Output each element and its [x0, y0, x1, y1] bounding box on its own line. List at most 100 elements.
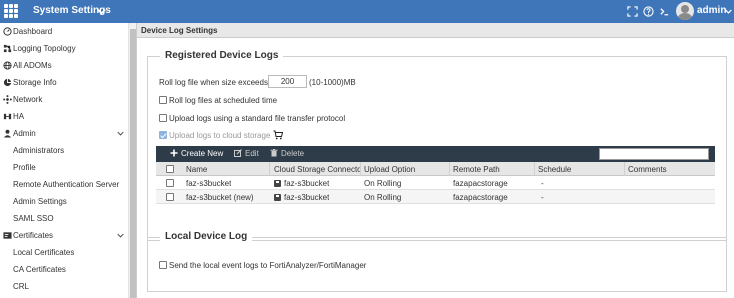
row-checkbox[interactable]: [166, 179, 174, 187]
sidebar-item-crl[interactable]: CRL: [0, 278, 128, 295]
cell-schedule: -: [541, 179, 544, 188]
roll-size-input[interactable]: 200: [268, 75, 307, 88]
fullscreen-icon[interactable]: [627, 6, 638, 17]
table-header-row: Name Cloud Storage Connector Upload Opti…: [156, 162, 715, 176]
cell-upload-option: On Rolling: [364, 193, 402, 202]
roll-size-unit: (10-1000)MB: [309, 78, 356, 87]
sidebar-item-admin[interactable]: Admin: [0, 125, 128, 142]
table-row[interactable]: faz-s3bucket (new) faz-s3bucket On Rolli…: [156, 190, 715, 204]
sidebar-item-label: CA Certificates: [13, 265, 66, 274]
sidebar-item-saml-sso[interactable]: SAML SSO: [0, 210, 128, 227]
select-all-checkbox[interactable]: [166, 165, 174, 173]
edit-label: Edit: [245, 149, 259, 158]
sidebar-item-label: Network: [13, 95, 43, 104]
network-icon: [3, 95, 12, 104]
sidebar-item-label: Certificates: [13, 231, 54, 240]
sidebar-item-all-adoms[interactable]: All ADOMs: [0, 57, 128, 74]
table-toolbar: Create New Edit Delete: [156, 146, 715, 162]
user-menu[interactable]: admin: [697, 5, 726, 16]
search-input[interactable]: [599, 148, 709, 160]
table-row[interactable]: faz-s3bucket faz-s3bucket On Rolling faz…: [156, 176, 715, 190]
sidebar-item-administrators[interactable]: Administrators: [0, 142, 128, 159]
delete-button[interactable]: Delete: [270, 149, 304, 158]
section-legend: Registered Device Logs: [160, 50, 284, 61]
send-local-logs-label: Send the local event logs to FortiAnalyz…: [169, 261, 367, 270]
main-content: Device Log Settings Registered Device Lo…: [137, 23, 734, 298]
sftp-upload-checkbox[interactable]: [159, 114, 167, 122]
cell-connector-text: faz-s3bucket: [284, 179, 330, 188]
column-header-remote-path[interactable]: Remote Path: [453, 165, 500, 174]
sidebar-item-local-certificates[interactable]: Local Certificates: [0, 244, 128, 261]
chevron-down-icon[interactable]: [725, 8, 732, 15]
sidebar-item-network[interactable]: Network: [0, 91, 128, 108]
user-icon: [3, 129, 12, 138]
create-new-button[interactable]: Create New: [170, 149, 223, 158]
column-header-connector[interactable]: Cloud Storage Connector: [274, 165, 361, 174]
topology-icon: [3, 44, 12, 53]
sidebar-item-certificates[interactable]: Certificates: [0, 227, 128, 244]
top-header: System Settings admin: [0, 0, 734, 23]
column-header-comments[interactable]: Comments: [628, 165, 667, 174]
storage-icon: [274, 180, 281, 187]
sidebar-item-label: CRL: [13, 282, 30, 291]
sidebar-item-remote-auth-server[interactable]: Remote Authentication Server: [0, 176, 128, 193]
trash-icon: [270, 149, 278, 157]
cell-name: faz-s3bucket (new): [186, 193, 254, 202]
sidebar-item-label: Logging Topology: [13, 44, 76, 53]
edit-icon: [234, 149, 242, 157]
column-header-schedule[interactable]: Schedule: [538, 165, 571, 174]
avatar[interactable]: [676, 2, 694, 20]
sidebar: Dashboard Logging Topology All ADOMs Sto…: [0, 23, 137, 298]
chevron-down-icon[interactable]: [117, 232, 124, 239]
terminal-icon[interactable]: [659, 6, 670, 17]
sidebar-scrollbar[interactable]: [128, 23, 136, 298]
cell-upload-option: On Rolling: [364, 179, 402, 188]
sidebar-item-admin-settings[interactable]: Admin Settings: [0, 193, 128, 210]
help-icon[interactable]: [643, 6, 654, 17]
row-checkbox[interactable]: [166, 193, 174, 201]
cell-schedule: -: [541, 193, 544, 202]
send-local-logs-checkbox[interactable]: [159, 261, 167, 269]
cloud-upload-label: Upload logs to cloud storage: [169, 131, 271, 140]
sidebar-item-label: Local Certificates: [13, 248, 75, 257]
column-header-upload-option[interactable]: Upload Option: [364, 165, 415, 174]
ha-icon: [3, 113, 12, 120]
plus-icon: [170, 149, 178, 157]
chevron-down-icon[interactable]: [117, 130, 124, 137]
chevron-down-icon[interactable]: [97, 7, 106, 16]
sidebar-item-profile[interactable]: Profile: [0, 159, 128, 176]
cell-remote-path: fazapacstorage: [453, 179, 508, 188]
cell-remote-path: fazapacstorage: [453, 193, 508, 202]
app-menu-icon[interactable]: [4, 4, 19, 19]
sidebar-item-label: HA: [13, 112, 25, 121]
section-legend: Local Device Log: [160, 231, 253, 242]
sidebar-item-dashboard[interactable]: Dashboard: [0, 23, 128, 40]
sidebar-item-label: Profile: [13, 163, 36, 172]
sidebar-item-label: Dashboard: [13, 27, 53, 36]
dashboard-icon: [3, 27, 12, 36]
sidebar-item-label: Remote Authentication Server: [13, 180, 120, 189]
cart-icon: [273, 130, 283, 140]
sidebar-item-label: Storage Info: [13, 78, 57, 87]
sidebar-item-label: SAML SSO: [13, 214, 54, 223]
cloud-upload-checkbox: [159, 131, 167, 139]
cell-name: faz-s3bucket: [186, 179, 232, 188]
sidebar-item-label: Administrators: [13, 146, 65, 155]
sidebar-item-logging-topology[interactable]: Logging Topology: [0, 40, 128, 57]
sidebar-item-storage-info[interactable]: Storage Info: [0, 74, 128, 91]
scheduled-roll-label: Roll log files at scheduled time: [169, 96, 278, 105]
delete-label: Delete: [281, 149, 305, 158]
globe-icon: [3, 61, 12, 70]
scrollbar-thumb[interactable]: [130, 29, 136, 298]
sidebar-item-label: All ADOMs: [13, 61, 52, 70]
certificate-icon: [3, 232, 12, 239]
edit-button[interactable]: Edit: [234, 149, 259, 158]
storage-icon: [274, 194, 281, 201]
sidebar-item-label: Admin: [13, 129, 36, 138]
column-header-name[interactable]: Name: [186, 165, 207, 174]
sidebar-item-ha[interactable]: HA: [0, 108, 128, 125]
storage-icon: [3, 78, 12, 87]
cell-connector-text: faz-s3bucket: [284, 193, 330, 202]
scheduled-roll-checkbox[interactable]: [159, 96, 167, 104]
sidebar-item-ca-certificates[interactable]: CA Certificates: [0, 261, 128, 278]
